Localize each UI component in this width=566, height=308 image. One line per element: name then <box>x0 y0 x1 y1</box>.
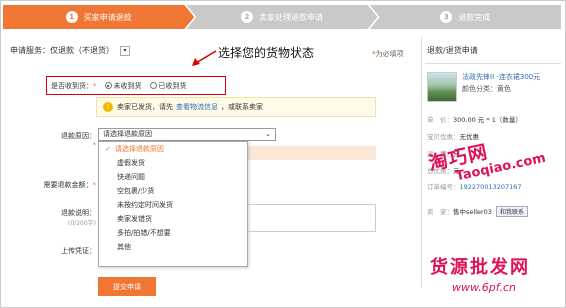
info-icon: ! <box>103 102 113 112</box>
tip-post: ，或联系卖家 <box>221 103 263 111</box>
step-apply-refund: 1 买家申请退款 <box>3 5 194 29</box>
amount-label: 需要退款金额：* <box>43 181 97 189</box>
seller-row: 卖 家：售中seller03 和我联系 <box>427 206 528 217</box>
reason-dropdown: ✓ 请选择退款原因 虚假发货 快递问题 空包裹/少货 未按约定时间发货 卖家发错货… <box>98 141 248 267</box>
product-color: 颜色分类：黄色 <box>462 85 511 93</box>
progress-steps: 1 买家申请退款 2 卖家处理退款申请 3 退款完成 <box>3 5 561 29</box>
contact-seller-button[interactable]: 和我联系 <box>495 206 528 217</box>
upload-label: 上传凭证： <box>61 247 96 255</box>
divider <box>425 63 561 64</box>
right-panel-title: 退款/退货申请 <box>427 46 478 55</box>
service-label: 申请服务：仅退款（不退货） <box>10 46 114 55</box>
chevron-down-icon: ⌄ <box>265 130 271 138</box>
product-title[interactable]: 法政先锋II -连衣裙300元 <box>462 72 558 82</box>
service-type: 申请服务：仅退款（不退货） ▾ <box>10 45 130 56</box>
service-toggle[interactable]: ▾ <box>120 45 130 56</box>
required-note-text: 为必填项 <box>375 50 404 58</box>
reason-option[interactable]: 未按约定时间发货 <box>99 198 247 212</box>
reason-select-value: 请选择退款原因 <box>103 130 152 138</box>
order-number-link[interactable]: 192270013207167 <box>460 183 522 191</box>
radio-received[interactable]: 已收到货 <box>149 81 187 91</box>
highlight-strip <box>248 146 376 160</box>
submit-button[interactable]: 提交申请 <box>98 277 156 296</box>
step-number: 2 <box>241 11 253 23</box>
unit-price-row: 单 价：300.00 元 * 1（数量） <box>427 116 522 124</box>
step-label: 买家申请退款 <box>83 12 132 22</box>
reason-option[interactable]: 快递问题 <box>99 170 247 184</box>
reason-label: 退款原因：* <box>61 132 96 149</box>
watermark-6pf: 货源批发网 <box>430 257 530 278</box>
radio-icon[interactable] <box>149 82 157 89</box>
explain-textarea[interactable] <box>248 204 376 232</box>
explain-label: 退款说明： (0/200字) <box>61 209 96 227</box>
reason-option[interactable]: ✓ 请选择退款原因 <box>99 142 247 156</box>
callout-text: 选择您的货物状态 <box>218 46 315 60</box>
step-label: 退款完成 <box>458 12 491 22</box>
panel-divider <box>421 37 422 287</box>
radio-icon[interactable] <box>104 82 112 89</box>
tip-pre: 卖家已发货，请先 <box>117 103 173 111</box>
radio-not-received[interactable]: 未收到货 <box>104 81 142 91</box>
shipping-tip: ! 卖家已发货，请先 查看物流信息 ，或联系卖家 <box>96 97 376 117</box>
watermark-6pf-url: www.6pf.cn <box>452 281 516 294</box>
received-label: 是否收到货：* <box>51 81 97 90</box>
reason-option[interactable]: 卖家发错货 <box>99 212 247 226</box>
red-arrow-icon <box>192 50 217 66</box>
check-icon: ✓ <box>105 145 111 153</box>
reason-select[interactable]: 请选择退款原因 ⌄ <box>98 128 276 141</box>
step-number: 1 <box>66 11 78 23</box>
order-number-row: 订单编号：192270013207167 <box>427 183 522 191</box>
product-thumbnail[interactable] <box>427 72 457 102</box>
reason-option[interactable]: 虚假发货 <box>99 156 247 170</box>
step-refund-complete: 3 退款完成 <box>369 5 561 29</box>
step-seller-process: 2 卖家处理退款申请 <box>186 5 377 29</box>
required-note: *为必填项 <box>372 49 404 59</box>
view-logistics-link[interactable]: 查看物流信息 <box>176 102 218 112</box>
received-status-group: 是否收到货：* 未收到货 已收到货 <box>46 76 226 95</box>
reason-option[interactable]: 其他 <box>99 240 247 254</box>
step-label: 卖家处理退款申请 <box>258 12 323 22</box>
reason-option[interactable]: 多拍/拍错/不想要 <box>99 226 247 240</box>
reason-option[interactable]: 空包裹/少货 <box>99 184 247 198</box>
step-number: 3 <box>440 11 453 23</box>
seller-name[interactable]: 售中seller03 <box>453 208 492 216</box>
